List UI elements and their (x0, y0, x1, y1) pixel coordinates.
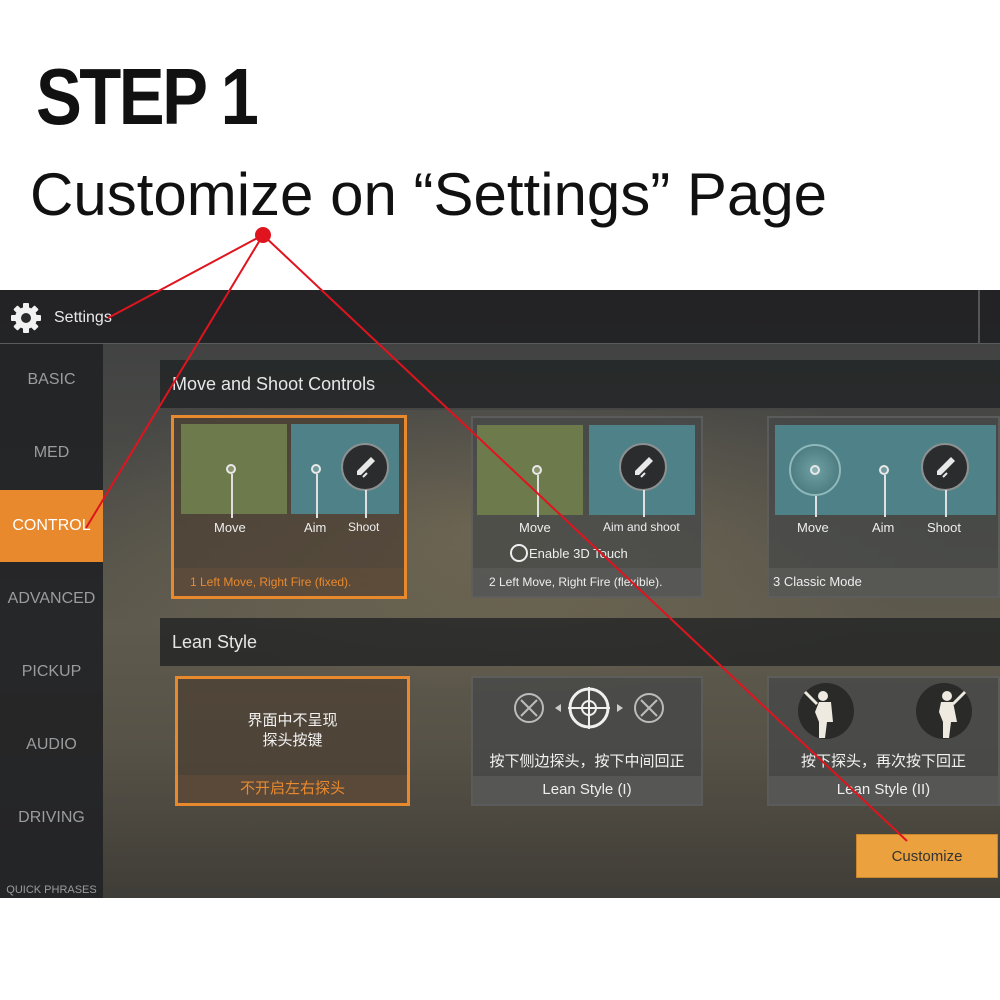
control-option-2-footer: 2 Left Move, Right Fire (flexible). (473, 568, 701, 596)
move-label: Move (797, 520, 829, 535)
settings-sidebar: BASIC MED CONTROL ADVANCED PICKUP AUDIO … (0, 344, 103, 898)
move-joystick-dot (810, 465, 820, 475)
settings-title: Settings (54, 309, 112, 326)
lean-none-line-1: 界面中不呈现 (247, 712, 338, 729)
move-line (231, 474, 233, 518)
lean-option-style-1[interactable]: 按下侧边探头，按下中间回正 Lean Style (I) (471, 676, 703, 806)
lean-style-header: Lean Style (160, 618, 1000, 666)
radio-icon[interactable] (510, 544, 528, 562)
shoot-line (643, 490, 645, 517)
lean-none-line-2: 探头按键 (262, 732, 323, 749)
shoot-line (365, 490, 367, 518)
sidebar-item-basic[interactable]: BASIC (0, 344, 103, 416)
move-line (815, 496, 817, 517)
move-line (537, 475, 539, 517)
lean-style-2-footer: Lean Style (II) (769, 776, 998, 804)
aim-label: Aim (872, 520, 895, 535)
lean-buttons-icon (514, 687, 664, 729)
lean-style-1-footer: Lean Style (I) (473, 776, 701, 804)
shoot-icon (619, 443, 667, 491)
move-shoot-header: Move and Shoot Controls (160, 360, 1000, 408)
lean-none-footer: 不开启左右探头 (178, 775, 407, 803)
aim-dot (879, 465, 889, 475)
sidebar-item-advanced[interactable]: ADVANCED (0, 563, 103, 635)
customize-button[interactable]: Customize (856, 834, 998, 878)
settings-topbar: Settings (0, 290, 1000, 344)
aim-shoot-label: Aim and shoot (603, 520, 680, 534)
control-option-1-footer: 1 Left Move, Right Fire (fixed). (174, 568, 404, 596)
enable-3d-touch-label[interactable]: Enable 3D Touch (529, 546, 628, 561)
aim-line (316, 474, 318, 518)
move-label: Move (214, 520, 246, 535)
lean-option-none[interactable]: 界面中不呈现 探头按键 不开启左右探头 (175, 676, 410, 806)
lean-style-2-desc: 按下探头，再次按下回正 (800, 753, 966, 770)
control-option-2[interactable]: Move Aim and shoot Enable 3D Touch 2 Lef… (471, 416, 703, 598)
move-joystick-dot (226, 464, 236, 474)
game-settings-screen: Settings BASIC MED CONTROL ADVANCED PICK… (0, 290, 1000, 898)
move-joystick-dot (532, 465, 542, 475)
control-option-3[interactable]: Move Aim Shoot 3 Classic Mode (767, 416, 1000, 598)
shoot-label: Shoot (927, 520, 961, 535)
sidebar-item-med[interactable]: MED (0, 417, 103, 489)
sidebar-item-quick-phrases[interactable]: QUICK PHRASES (0, 880, 103, 898)
shoot-icon (341, 443, 389, 491)
sidebar-item-audio[interactable]: AUDIO (0, 709, 103, 781)
step-title: STEP 1 (36, 52, 259, 141)
gear-icon[interactable] (10, 302, 42, 334)
shoot-line (945, 490, 947, 517)
move-zone (477, 425, 583, 515)
topbar-divider (978, 290, 980, 344)
control-option-3-footer: 3 Classic Mode (769, 568, 998, 596)
step-subtitle: Customize on “Settings” Page (30, 161, 828, 228)
sidebar-item-pickup[interactable]: PICKUP (0, 636, 103, 708)
control-option-1[interactable]: Move Aim Shoot 1 Left Move, Right Fire (… (171, 415, 407, 599)
aim-label: Aim (304, 520, 327, 535)
shoot-icon (921, 443, 969, 491)
lean-option-style-2[interactable]: 按下探头，再次按下回正 Lean Style (II) (767, 676, 1000, 806)
sidebar-item-driving[interactable]: DRIVING (0, 782, 103, 854)
sidebar-item-control[interactable]: CONTROL (0, 490, 103, 562)
move-label: Move (519, 520, 551, 535)
aim-line (884, 475, 886, 517)
lean-figures-icon (798, 683, 972, 739)
shoot-label: Shoot (348, 520, 380, 534)
aim-dot (311, 464, 321, 474)
lean-style-1-desc: 按下侧边探头，按下中间回正 (489, 753, 685, 770)
